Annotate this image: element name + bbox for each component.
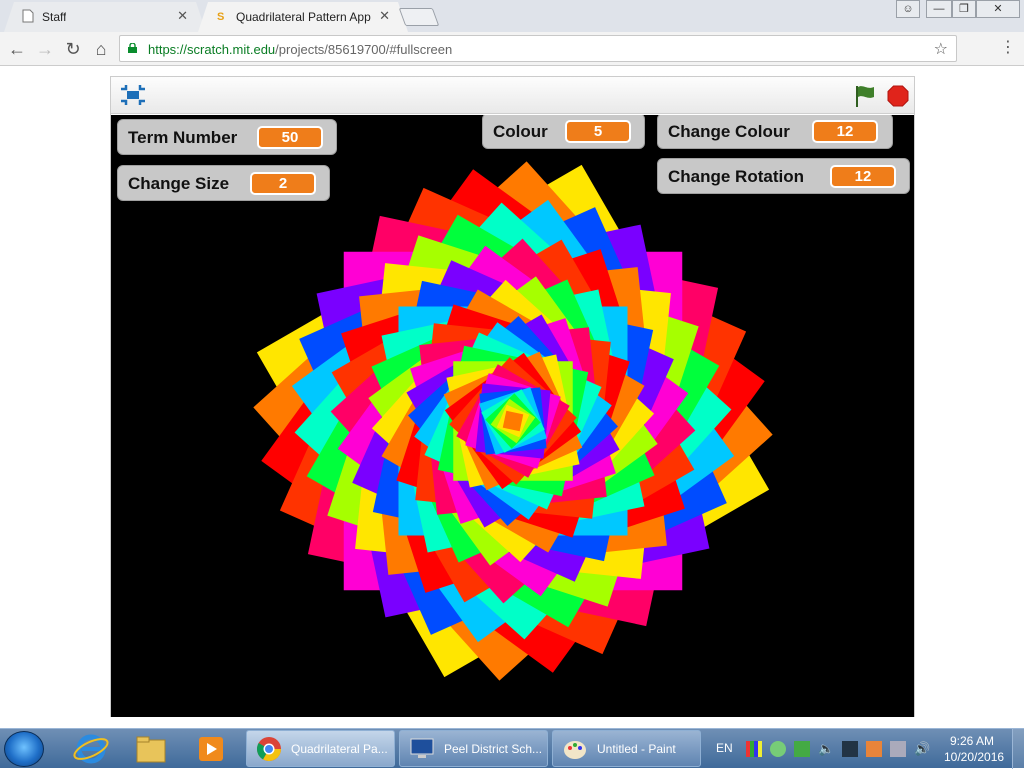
tray-gear-icon[interactable] <box>770 741 786 757</box>
speaker-icon[interactable]: 🔈 <box>818 741 834 757</box>
url-text: https://scratch.mit.edu/projects/8561970… <box>148 42 452 57</box>
language-indicator[interactable]: EN <box>716 741 733 755</box>
stage[interactable]: Term Number 50 Change Size 2 Colour 5 Ch… <box>111 115 914 717</box>
taskbar-item-label: Peel District Sch... <box>444 742 543 756</box>
volume-icon[interactable]: 🔊 <box>914 741 930 757</box>
start-button[interactable] <box>4 731 44 767</box>
monitor-label: Change Size <box>128 174 230 193</box>
clock-time[interactable]: 9:26 AM <box>950 734 994 748</box>
browser-toolbar: ← → ↻ ⌂ https://scratch.mit.edu/projects… <box>0 32 1024 66</box>
show-desktop-button[interactable] <box>1012 729 1024 769</box>
tab-quadrilateral-pattern[interactable]: S Quadrilateral Pattern App ✕ <box>198 2 408 32</box>
url-path: /projects/85619700/#fullscreen <box>275 42 453 57</box>
monitor-change-colour: Change Colour 12 <box>657 115 893 149</box>
monitor-term-number: Term Number 50 <box>117 119 337 155</box>
maximize-icon[interactable]: ❐ <box>952 0 976 18</box>
monitor-colour: Colour 5 <box>482 115 645 149</box>
monitor-value: 12 <box>830 165 896 188</box>
address-bar[interactable]: https://scratch.mit.edu/projects/8561970… <box>119 35 957 62</box>
media-player-icon[interactable] <box>186 732 236 766</box>
monitor-label: Term Number <box>128 128 238 147</box>
close-icon[interactable]: ✕ <box>177 8 188 24</box>
tab-staff[interactable]: Staff ✕ <box>4 2 206 32</box>
taskbar-item-paint[interactable]: Untitled - Paint <box>552 730 701 767</box>
document-icon <box>22 9 34 23</box>
tray-shield-icon[interactable] <box>794 741 810 757</box>
taskbar-item-remote-desktop[interactable]: Peel District Sch... <box>399 730 548 767</box>
network-icon[interactable] <box>890 741 906 757</box>
close-icon[interactable]: ✕ <box>379 8 390 24</box>
remote-desktop-icon <box>410 738 434 758</box>
lock-icon <box>128 43 137 53</box>
monitor-label: Change Colour <box>668 122 790 141</box>
monitor-label: Change Rotation <box>668 167 804 186</box>
chrome-icon <box>256 737 281 762</box>
taskbar: Quadrilateral Pa... Peel District Sch...… <box>0 728 1024 769</box>
fullscreen-exit-icon[interactable] <box>120 85 146 105</box>
green-flag-icon[interactable] <box>853 84 877 108</box>
tray-app-icon[interactable] <box>746 741 762 757</box>
monitor-label: Colour <box>493 122 548 141</box>
paint-icon <box>564 741 586 759</box>
tray-monitor-icon[interactable] <box>842 741 858 757</box>
pattern-square <box>502 410 524 432</box>
monitor-value: 12 <box>812 120 878 143</box>
quadrilateral-pattern <box>253 161 773 681</box>
internet-explorer-icon[interactable] <box>66 732 116 766</box>
tab-strip: Staff ✕ S Quadrilateral Pattern App ✕ ☺ … <box>0 0 1024 32</box>
clock-date[interactable]: 10/20/2016 <box>944 750 1004 764</box>
minimize-icon[interactable]: — <box>926 0 952 18</box>
monitor-value: 2 <box>250 172 316 195</box>
bookmark-star-icon[interactable]: ☆ <box>934 39 948 59</box>
taskbar-item-label: Untitled - Paint <box>597 742 676 756</box>
player-controls-bar <box>111 77 914 114</box>
tab-title: Quadrilateral Pattern App <box>236 10 371 24</box>
menu-icon[interactable]: ⋮ <box>1000 37 1016 57</box>
taskbar-item-label: Quadrilateral Pa... <box>291 742 388 756</box>
home-icon[interactable]: ⌂ <box>90 38 112 60</box>
monitor-change-rotation: Change Rotation 12 <box>657 158 910 194</box>
monitor-change-size: Change Size 2 <box>117 165 330 201</box>
reload-icon[interactable]: ↻ <box>62 38 84 60</box>
user-icon[interactable]: ☺ <box>896 0 920 18</box>
tray-package-icon[interactable] <box>866 741 882 757</box>
new-tab-button[interactable] <box>398 8 440 26</box>
stop-icon[interactable] <box>887 85 909 107</box>
tab-title: Staff <box>42 10 67 24</box>
monitor-value: 50 <box>257 126 323 149</box>
scratch-icon: S <box>216 9 228 23</box>
monitor-value: 5 <box>565 120 631 143</box>
forward-icon[interactable]: → <box>34 38 56 60</box>
back-icon[interactable]: ← <box>6 38 28 60</box>
page-content: Term Number 50 Change Size 2 Colour 5 Ch… <box>0 67 1024 728</box>
taskbar-item-chrome[interactable]: Quadrilateral Pa... <box>246 730 395 767</box>
url-host: https://scratch.mit.edu <box>148 42 276 57</box>
close-icon[interactable]: ✕ <box>976 0 1020 18</box>
file-explorer-icon[interactable] <box>126 732 176 766</box>
svg-text:S: S <box>217 11 224 23</box>
scratch-player: Term Number 50 Change Size 2 Colour 5 Ch… <box>110 76 915 717</box>
